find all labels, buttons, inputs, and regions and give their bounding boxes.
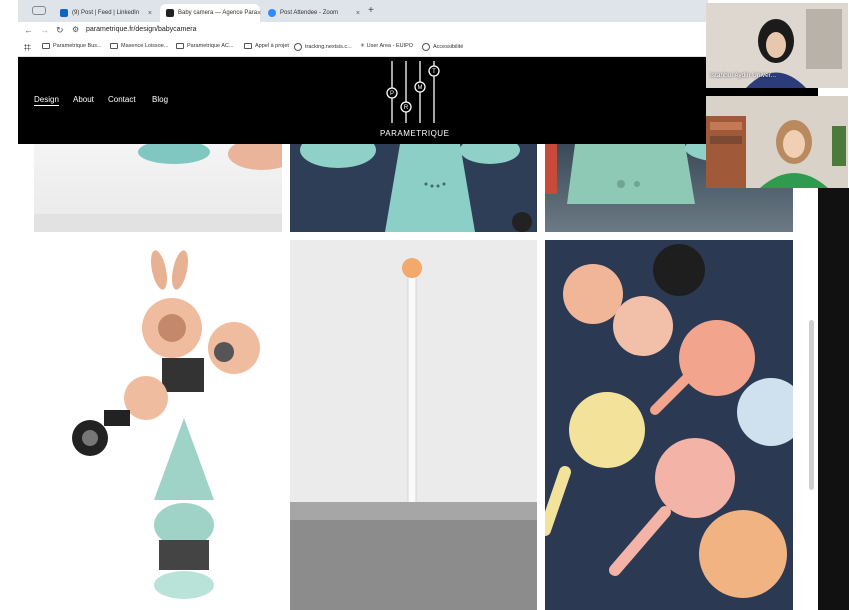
tab-search-icon[interactable] xyxy=(32,6,46,15)
tab-label: Post Attendee - Zoom xyxy=(280,10,339,16)
back-icon[interactable]: ← xyxy=(24,25,33,35)
folder-icon xyxy=(176,43,184,49)
reload-icon[interactable]: ↻ xyxy=(56,25,64,36)
tab-linkedin[interactable]: (9) Post | Feed | LinkedIn × xyxy=(54,4,158,22)
zoom-icon xyxy=(268,9,276,17)
page-scrollbar[interactable] xyxy=(809,320,814,490)
logo-wordmark: PARAMETRIQUE xyxy=(380,129,450,138)
bookmark-label: Appel à projet xyxy=(255,43,289,49)
participant-video-1[interactable]: Istanbul Aydin Univer... xyxy=(706,3,848,88)
new-tab-button[interactable]: + xyxy=(368,5,374,16)
tab-zoom[interactable]: Post Attendee - Zoom × xyxy=(262,4,366,22)
bookmark-label: Parametrique Bus... xyxy=(53,43,102,49)
bookmark-item[interactable]: Accessibilité xyxy=(422,43,463,51)
product-photo xyxy=(34,144,282,232)
bookmark-label: Maxence Loissoe... xyxy=(121,43,169,49)
linkedin-icon xyxy=(60,9,68,17)
product-photo xyxy=(300,144,532,232)
close-icon[interactable]: × xyxy=(148,10,152,17)
forward-icon[interactable]: → xyxy=(40,25,49,35)
logo-letter: P xyxy=(390,91,394,97)
bookmark-label: Parametrique AC... xyxy=(187,43,234,49)
tab-label: (9) Post | Feed | LinkedIn xyxy=(72,10,140,16)
bookmark-label: tracking.nextsis.c... xyxy=(305,44,352,50)
left-margin xyxy=(0,0,18,610)
gallery-image-exploded-view[interactable] xyxy=(34,240,282,610)
bookmark-label: Accessibilité xyxy=(433,44,464,50)
site-header: Design About Contact Blog P R M T PARAME… xyxy=(18,57,708,144)
dark-side-panel xyxy=(818,188,849,610)
participant-video-2[interactable] xyxy=(706,96,848,188)
tab-label: Baby camera — Agence Para xyxy=(178,10,258,16)
apps-grid-icon[interactable] xyxy=(24,44,31,51)
bookmark-item[interactable]: Appel à projet xyxy=(244,43,289,49)
bookmarks-bar: Parametrique Bus... Maxence Loissoe... P… xyxy=(18,40,708,57)
nav-about[interactable]: About xyxy=(73,95,94,104)
bookmark-item[interactable]: Parametrique Bus... xyxy=(42,43,102,49)
participant-name: Istanbul Aydin Univer... xyxy=(710,72,777,79)
product-photo xyxy=(545,244,793,598)
close-icon[interactable]: × xyxy=(356,10,360,17)
nav-contact[interactable]: Contact xyxy=(108,95,136,104)
logo-letter: T xyxy=(432,69,436,75)
image-gallery xyxy=(18,144,818,610)
address-bar-row: ← → ↻ ⚙ parametrique.fr/design/babycamer… xyxy=(18,22,708,40)
nav-blog[interactable]: Blog xyxy=(152,95,168,104)
nav-design[interactable]: Design xyxy=(34,95,59,106)
site-settings-icon[interactable]: ⚙ xyxy=(72,25,79,34)
folder-icon xyxy=(110,43,118,49)
video-frame xyxy=(706,96,848,188)
globe-icon xyxy=(422,43,430,51)
gallery-image-mounted[interactable] xyxy=(290,240,537,610)
product-photo xyxy=(72,250,260,599)
close-icon[interactable]: × xyxy=(257,10,261,17)
gallery-image-collection[interactable] xyxy=(545,240,793,610)
bookmark-item[interactable]: ✳ User Area - EUIPO xyxy=(360,43,413,49)
globe-icon xyxy=(294,43,302,51)
folder-icon xyxy=(42,43,50,49)
gallery-image-hand[interactable] xyxy=(34,144,282,232)
tab-baby-camera[interactable]: Baby camera — Agence Para × xyxy=(160,4,261,22)
logo-letter: M xyxy=(418,85,423,91)
site-icon xyxy=(166,9,174,17)
url-field[interactable]: parametrique.fr/design/babycamera xyxy=(86,26,197,33)
gallery-image-cones[interactable] xyxy=(290,144,537,232)
product-photo xyxy=(290,258,537,610)
logo-letter: R xyxy=(404,105,409,111)
star-icon: ✳ xyxy=(360,43,365,49)
bookmark-label: User Area - EUIPO xyxy=(366,43,414,49)
bookmark-item[interactable]: Parametrique AC... xyxy=(176,43,233,49)
folder-icon xyxy=(244,43,252,49)
browser-tab-bar: (9) Post | Feed | LinkedIn × Baby camera… xyxy=(18,0,708,22)
screen: (9) Post | Feed | LinkedIn × Baby camera… xyxy=(0,0,849,610)
bookmark-item[interactable]: Maxence Loissoe... xyxy=(110,43,168,49)
bookmark-item[interactable]: tracking.nextsis.c... xyxy=(294,43,352,51)
